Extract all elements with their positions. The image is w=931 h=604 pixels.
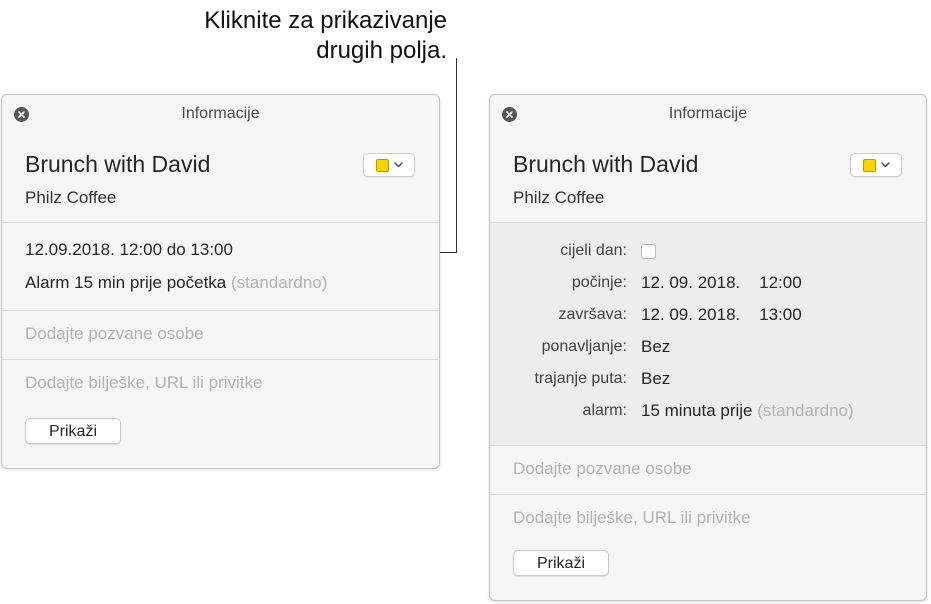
chevron-down-icon [881,162,890,168]
event-header: Brunch with David Philz Coffee [490,135,926,223]
invitees-placeholder: Dodajte pozvane osobe [25,324,204,343]
callout-annotation: Kliknite za prikazivanje drugih polja. [204,6,447,66]
travel-time-label: trajanje puta: [534,370,627,387]
alarm-label: alarm: [582,402,627,419]
alarm-default-text: (standardno) [757,401,854,420]
titlebar: Informacije [2,95,439,135]
alarm-value[interactable]: 15 minuta prije (standardno) [641,401,854,421]
alarm-row: alarm: 15 minuta prije (standardno) [490,400,854,422]
titlebar: Informacije [490,95,926,135]
notes-placeholder: Dodajte bilješke, URL ili privitke [25,373,263,392]
popover-title: Informacije [181,105,260,122]
ends-value[interactable]: 12. 09. 2018. 13:00 [641,305,802,325]
repeat-row: ponavljanje: Bez [490,336,671,358]
callout-leader-vertical [456,58,457,253]
all-day-label: cijeli dan: [560,242,627,259]
starts-value[interactable]: 12. 09. 2018. 12:00 [641,273,802,293]
invitees-field[interactable]: Dodajte pozvane osobe [2,311,439,360]
event-location[interactable]: Philz Coffee [25,188,116,208]
starts-row: počinje: 12. 09. 2018. 12:00 [490,272,802,294]
notes-placeholder: Dodajte bilješke, URL ili privitke [513,508,751,527]
date-time-summary[interactable]: 12.09.2018. 12:00 do 13:00 Alarm 15 min … [2,223,439,311]
calendar-color-picker[interactable] [850,153,902,177]
alarm-summary: Alarm 15 min prije početka (standardno) [25,273,327,293]
event-location[interactable]: Philz Coffee [513,188,604,208]
callout-line-1: Kliknite za prikazivanje [204,7,447,34]
event-title[interactable]: Brunch with David [25,151,210,178]
popover-title: Informacije [668,105,748,122]
notes-field[interactable]: Dodajte bilješke, URL ili privitke [2,360,439,408]
date-time-text: 12.09.2018. 12:00 do 13:00 [25,240,233,259]
repeat-value[interactable]: Bez [641,337,670,357]
ends-label: završava: [558,306,627,323]
calendar-color-swatch [863,158,876,172]
ends-row: završava: 12. 09. 2018. 13:00 [490,304,802,326]
alarm-default-text: (standardno) [231,273,328,292]
show-button[interactable]: Prikaži [25,418,121,444]
callout-line-2: drugih polja. [316,37,447,64]
event-title[interactable]: Brunch with David [513,151,698,178]
info-popover-collapsed: Informacije Brunch with David Philz Coff… [1,94,440,469]
alarm-text: Alarm 15 min prije početka [25,273,227,292]
event-header: Brunch with David Philz Coffee [2,135,439,223]
starts-label: počinje: [571,274,627,291]
calendar-color-swatch [376,158,389,172]
chevron-down-icon [394,162,403,168]
invitees-placeholder: Dodajte pozvane osobe [513,459,692,478]
info-popover-expanded: Informacije Brunch with David Philz Coff… [489,94,927,601]
event-details: cijeli dan: počinje: 12. 09. 2018. 12:00… [490,223,926,446]
calendar-color-picker[interactable] [363,153,415,177]
travel-time-row: trajanje puta: Bez [490,368,670,390]
notes-field[interactable]: Dodajte bilješke, URL ili privitke [490,495,926,543]
alarm-value-text: 15 minuta prije [641,401,753,420]
all-day-checkbox[interactable] [641,243,656,259]
travel-time-value[interactable]: Bez [641,369,670,389]
repeat-label: ponavljanje: [541,338,627,355]
invitees-field[interactable]: Dodajte pozvane osobe [490,446,926,495]
all-day-row: cijeli dan: [490,240,656,262]
show-button[interactable]: Prikaži [513,550,609,576]
